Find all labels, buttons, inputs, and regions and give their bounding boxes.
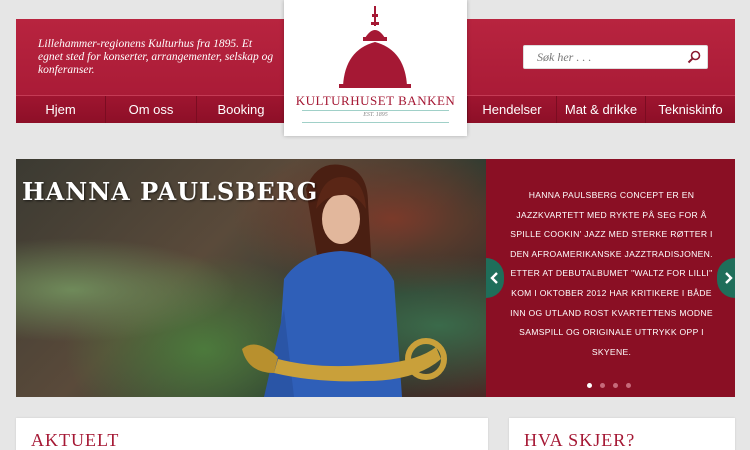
- nav-item-tekniskinfo[interactable]: Tekniskinfo: [646, 96, 735, 123]
- slide-description: Hanna Paulsberg Concept er en jazzkvarte…: [510, 190, 713, 357]
- nav-item-mat-drikke[interactable]: Mat & drikke: [557, 96, 646, 123]
- featured-slider: HANNA PAULSBERG Hanna Paulsberg Concept …: [16, 159, 735, 397]
- slider-dot-4[interactable]: [626, 383, 631, 388]
- artist-photo: HANNA PAULSBERG: [16, 159, 486, 397]
- site-tagline: Lillehammer-regionens Kulturhus fra 1895…: [38, 38, 274, 76]
- logo-divider: [302, 122, 449, 123]
- news-panel: AKTUELT: [16, 418, 488, 450]
- events-panel: HVA SKJER?: [509, 418, 735, 450]
- nav-item-om-oss[interactable]: Om oss: [106, 96, 197, 123]
- slider-dot-2[interactable]: [600, 383, 605, 388]
- events-panel-title: HVA SKJER?: [524, 430, 636, 450]
- news-panel-title: AKTUELT: [31, 430, 120, 450]
- slider-pagination: [587, 375, 639, 393]
- logo-divider: [302, 110, 449, 111]
- chevron-left-icon: [490, 272, 498, 284]
- search-icon[interactable]: [687, 50, 701, 64]
- slide-title: HANNA PAULSBERG: [22, 177, 319, 206]
- logo-title: KULTURHUSET BANKEN: [295, 93, 456, 108]
- slide-description-panel: Hanna Paulsberg Concept er en jazzkvarte…: [486, 159, 735, 397]
- site-logo[interactable]: KULTURHUSET BANKEN EST. 1895: [284, 0, 467, 136]
- nav-item-booking[interactable]: Booking: [197, 96, 285, 123]
- search-input[interactable]: [524, 46, 684, 68]
- search-box[interactable]: [523, 45, 708, 69]
- slider-dot-3[interactable]: [613, 383, 618, 388]
- slider-dot-1[interactable]: [587, 383, 592, 388]
- logo-est: EST. 1895: [363, 112, 388, 118]
- chevron-right-icon: [725, 272, 733, 284]
- nav-item-hjem[interactable]: Hjem: [16, 96, 106, 123]
- dome-icon: [339, 6, 411, 88]
- nav-item-hendelser[interactable]: Hendelser: [467, 96, 557, 123]
